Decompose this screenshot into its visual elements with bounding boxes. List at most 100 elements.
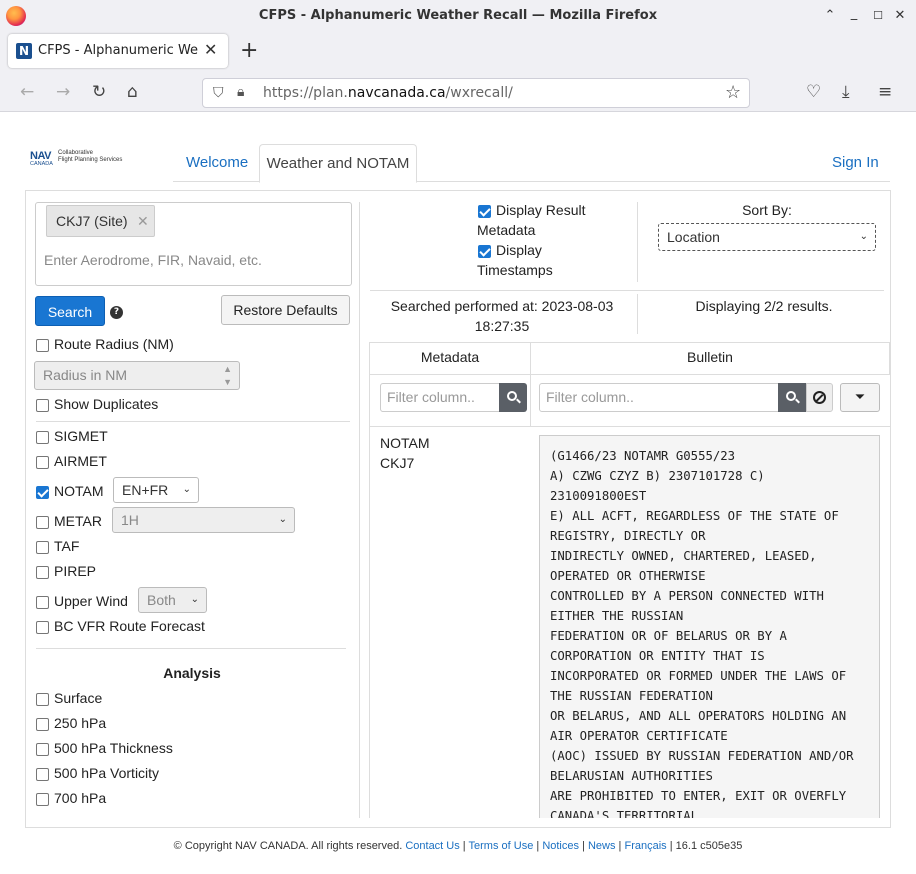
sort-by-value: Location [667, 229, 720, 245]
display-timestamps-checkbox[interactable] [478, 245, 491, 258]
maximize-icon[interactable]: ☐ [870, 8, 886, 24]
back-icon[interactable]: ← [20, 82, 34, 102]
help-icon[interactable]: ? [110, 306, 123, 319]
menu-icon[interactable]: ≡ [878, 82, 892, 102]
divider [36, 648, 346, 649]
radius-input[interactable]: Radius in NM ▲ ▼ [34, 361, 240, 390]
route-radius-label: Route Radius (NM) [54, 336, 174, 352]
upper-wind-value: Both [147, 592, 176, 608]
footer: © Copyright NAV CANADA. All rights reser… [173, 840, 743, 852]
chip-label: CKJ7 (Site) [56, 213, 128, 229]
displaying-count: Displaying 2/2 results. [695, 298, 833, 314]
status-divider [637, 294, 638, 334]
tab-weather-notam[interactable]: Weather and NOTAM [259, 144, 417, 183]
news-link[interactable]: News [588, 840, 616, 852]
bookmark-star-icon[interactable]: ☆ [725, 82, 741, 103]
airmet-checkbox[interactable] [36, 456, 49, 469]
bulletin-filter-input[interactable]: Filter column.. [539, 383, 779, 412]
home-icon[interactable]: ⌂ [127, 82, 138, 102]
bulletin-text: (G1466/23 NOTAMR G0555/23 A) CZWG CZYZ B)… [550, 446, 854, 818]
display-timestamps-label: Display [496, 242, 542, 258]
lock-icon[interactable]: 🔒︎ [237, 84, 244, 100]
taf-label: TAF [54, 538, 80, 554]
contact-link[interactable]: Contact Us [405, 840, 459, 852]
spinner-icon[interactable]: ▲ ▼ [223, 363, 232, 389]
notam-language-value: EN+FR [122, 482, 169, 498]
sign-in-link[interactable]: Sign In [832, 144, 879, 182]
chevron-up-icon[interactable]: ⌃ [822, 8, 838, 24]
bulletin-filter-search-button[interactable] [778, 383, 806, 412]
display-timestamps-label-2: Timestamps [477, 262, 553, 278]
notam-checkbox[interactable] [36, 486, 49, 499]
pirep-label: PIREP [54, 563, 97, 579]
searched-at-time: 18:27:35 [474, 318, 530, 334]
chip-remove-icon[interactable]: ✕ [137, 206, 149, 236]
row-site: CKJ7 [380, 455, 415, 471]
sigmet-checkbox[interactable] [36, 431, 49, 444]
taf-checkbox[interactable] [36, 541, 49, 554]
new-tab-icon[interactable]: + [240, 38, 258, 63]
reload-icon[interactable]: ↻ [92, 82, 106, 102]
notam-language-select[interactable]: EN+FR ⌄ [113, 477, 199, 503]
download-icon[interactable]: ⤓ [842, 82, 850, 102]
minimize-icon[interactable]: _ [846, 6, 862, 22]
bulletin-line: FEDERATION OR OF BELARUS OR BY A [550, 629, 787, 643]
bulletin-line: REGISTRY, DIRECTLY OR [550, 529, 706, 543]
display-metadata-label-2: Metadata [477, 222, 536, 238]
metadata-filter-input[interactable]: Filter column.. [380, 383, 500, 412]
bulletin-line: INDIRECTLY OWNED, CHARTERED, LEASED, [550, 549, 817, 563]
url-text[interactable]: https://plan.navcanada.ca/wxrecall/ [263, 85, 513, 101]
pocket-icon[interactable]: ♡ [806, 82, 821, 102]
filter-toggle-button[interactable]: ⏷ [840, 383, 880, 412]
analysis-500-vorticity-checkbox[interactable] [36, 768, 49, 781]
window-title: CFPS - Alphanumeric Weather Recall — Moz… [258, 8, 658, 23]
clear-filter-button[interactable] [806, 383, 833, 412]
bulletin-text-box[interactable]: (G1466/23 NOTAMR G0555/23 A) CZWG CZYZ B)… [539, 435, 880, 818]
analysis-500-thickness-checkbox[interactable] [36, 743, 49, 756]
francais-link[interactable]: Français [624, 840, 666, 852]
close-window-icon[interactable]: ✕ [892, 8, 908, 24]
show-duplicates-checkbox[interactable] [36, 399, 49, 412]
url-bar[interactable]: ⛉ 🔒︎ https://plan.navcanada.ca/wxrecall/… [202, 78, 750, 108]
filter-funnel-icon: ⏷ [854, 390, 866, 405]
bulletin-line: THE RUSSIAN FEDERATION [550, 689, 713, 703]
upper-wind-label: Upper Wind [54, 593, 128, 609]
analysis-700-checkbox[interactable] [36, 793, 49, 806]
analysis-500-thickness-label: 500 hPa Thickness [54, 740, 173, 756]
shield-icon[interactable]: ⛉ [213, 85, 224, 101]
close-tab-icon[interactable]: ✕ [204, 40, 217, 59]
tab-welcome[interactable]: Welcome [186, 144, 248, 182]
sort-by-select[interactable]: Location ⌄ [658, 223, 876, 251]
col-bulletin-header[interactable]: Bulletin [531, 349, 889, 365]
bulletin-line: (G1466/23 NOTAMR G0555/23 [550, 449, 736, 463]
browser-tab[interactable]: N CFPS - Alphanumeric Weather Recall ✕ [8, 34, 228, 68]
analysis-surface-checkbox[interactable] [36, 693, 49, 706]
display-metadata-checkbox[interactable] [478, 205, 491, 218]
upper-wind-checkbox[interactable] [36, 596, 49, 609]
bulletin-line: CORPORATION OR ENTITY THAT IS [550, 649, 765, 663]
restore-defaults-button[interactable]: Restore Defaults [221, 295, 350, 325]
location-chip: CKJ7 (Site) ✕ [46, 205, 155, 237]
upper-wind-select[interactable]: Both ⌄ [138, 587, 207, 613]
notices-link[interactable]: Notices [542, 840, 579, 852]
terms-link[interactable]: Terms of Use [469, 840, 534, 852]
col-metadata-header[interactable]: Metadata [370, 349, 530, 365]
bc-vfr-checkbox[interactable] [36, 621, 49, 634]
chevron-down-icon: ⌄ [278, 514, 287, 525]
notam-label: NOTAM [54, 483, 104, 499]
show-duplicates-label: Show Duplicates [54, 396, 159, 412]
analysis-surface-label: Surface [54, 690, 103, 706]
location-input-placeholder[interactable]: Enter Aerodrome, FIR, Navaid, etc. [44, 252, 262, 268]
metar-period-select[interactable]: 1H ⌄ [112, 507, 295, 533]
metar-period-value: 1H [121, 512, 139, 528]
metar-label: METAR [54, 513, 102, 529]
analysis-500-vorticity-label: 500 hPa Vorticity [54, 765, 160, 781]
forward-icon[interactable]: → [56, 82, 70, 102]
analysis-heading: Analysis [163, 665, 221, 681]
metadata-filter-search-button[interactable] [499, 383, 527, 412]
metar-checkbox[interactable] [36, 516, 49, 529]
search-button[interactable]: Search [35, 296, 105, 326]
analysis-250-checkbox[interactable] [36, 718, 49, 731]
route-radius-checkbox[interactable] [36, 339, 49, 352]
pirep-checkbox[interactable] [36, 566, 49, 579]
